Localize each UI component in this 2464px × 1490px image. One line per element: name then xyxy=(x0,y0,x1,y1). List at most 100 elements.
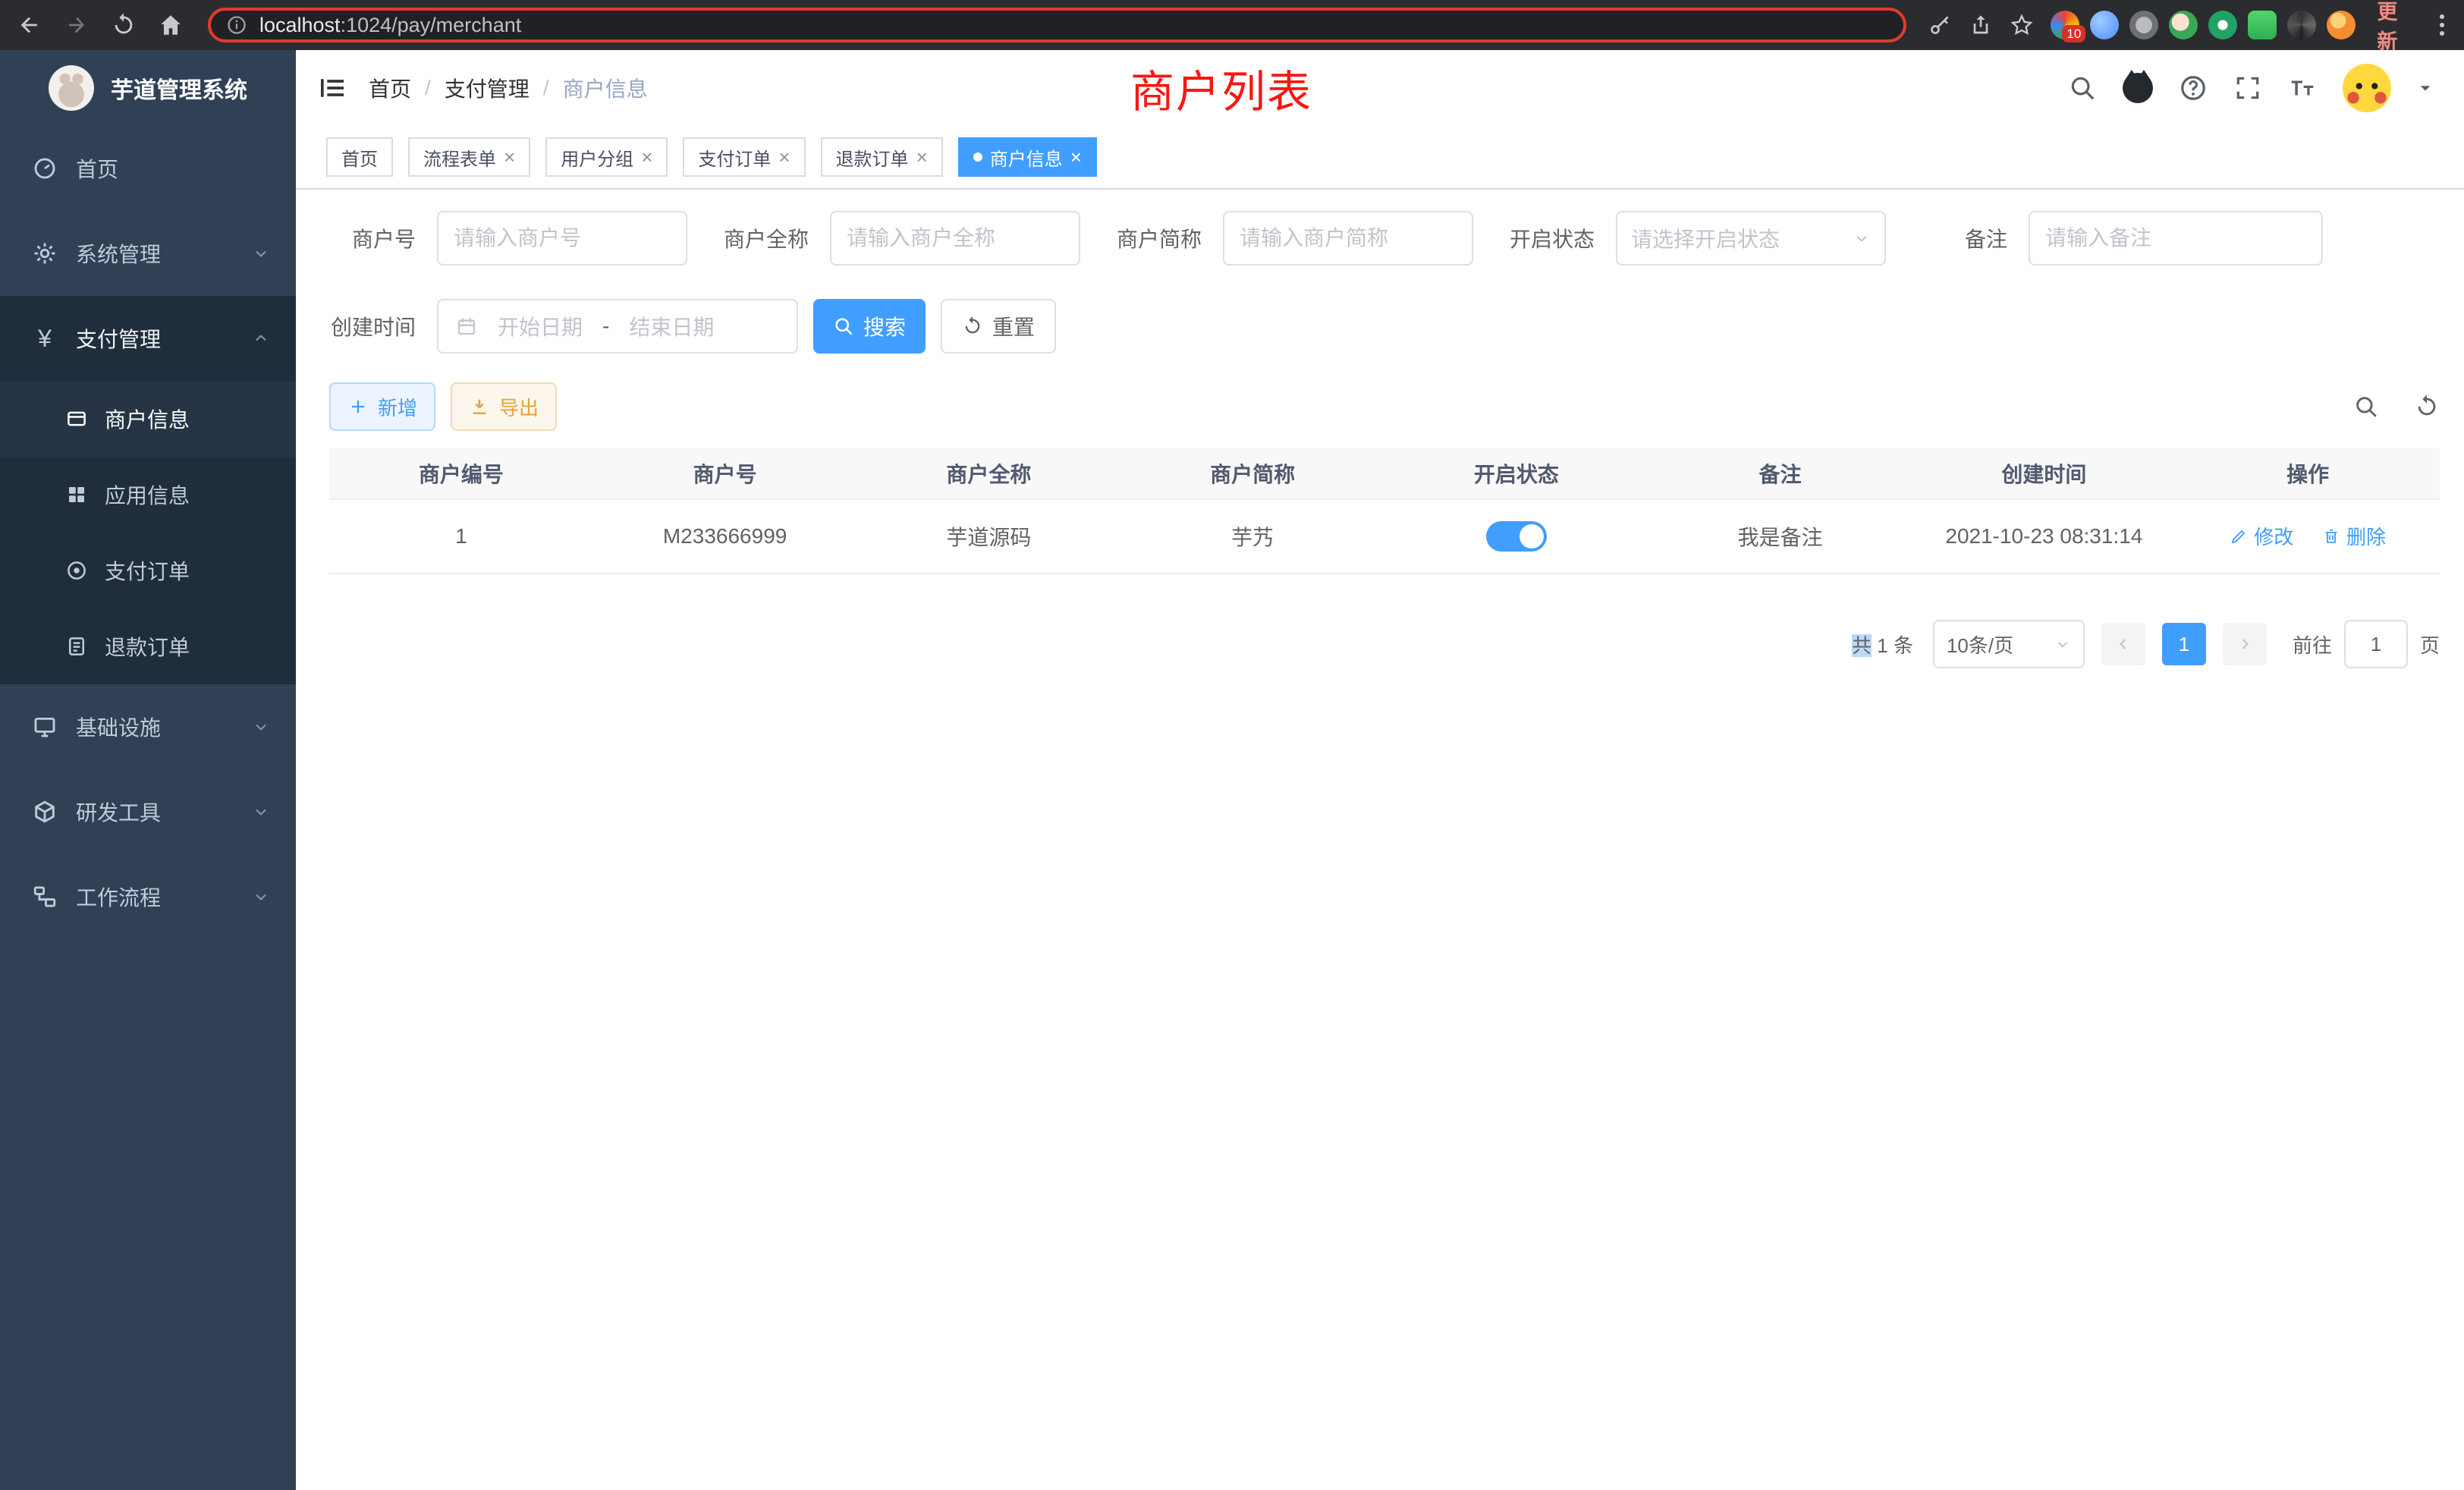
share-icon[interactable] xyxy=(1969,13,1993,37)
browser-update-button[interactable]: 更新 xyxy=(2372,0,2420,55)
sidebar-item-pay-order[interactable]: 支付订单 xyxy=(0,533,296,608)
status-toggle[interactable] xyxy=(1486,521,1547,552)
tab-home[interactable]: 首页 xyxy=(326,137,393,177)
close-icon[interactable]: × xyxy=(1070,147,1082,167)
page-number-button[interactable]: 1 xyxy=(2162,623,2206,665)
col-header: 操作 xyxy=(2176,448,2440,499)
table-refresh-icon[interactable] xyxy=(2414,394,2440,420)
sidebar-item-label: 支付订单 xyxy=(105,555,190,586)
sidebar-item-home[interactable]: 首页 xyxy=(0,126,296,211)
sidebar-item-system[interactable]: 系统管理 xyxy=(0,211,296,296)
remark-input[interactable] xyxy=(2029,211,2323,266)
extension-icon[interactable]: 10 xyxy=(2051,11,2079,39)
table-search-icon[interactable] xyxy=(2353,394,2379,420)
extension-icon[interactable] xyxy=(2129,11,2158,39)
tab-label: 退款订单 xyxy=(836,144,909,171)
tab-process-form[interactable]: 流程表单 × xyxy=(408,137,530,177)
close-icon[interactable]: × xyxy=(641,147,652,167)
export-button[interactable]: 导出 xyxy=(451,382,557,431)
caret-down-icon[interactable] xyxy=(2417,80,2434,96)
key-icon[interactable] xyxy=(1928,13,1952,37)
sidebar-item-payment[interactable]: ¥ 支付管理 xyxy=(0,296,296,381)
tab-label: 首页 xyxy=(341,144,378,171)
top-navbar: 首页 / 支付管理 / 商户信息 商户列表 xyxy=(296,50,2464,126)
merchant-table: 商户编号 商户号 商户全称 商户简称 开启状态 备注 创建时间 操作 1 M23… xyxy=(329,448,2440,574)
sidebar-item-label: 应用信息 xyxy=(105,479,190,510)
page-size-select[interactable]: 10条/页 xyxy=(1933,620,2085,668)
sidebar-fold-icon[interactable] xyxy=(317,73,347,103)
grid-icon xyxy=(65,483,88,506)
breadcrumb-item[interactable]: 首页 xyxy=(369,73,411,103)
next-page-button[interactable] xyxy=(2223,623,2267,665)
close-icon[interactable]: × xyxy=(504,147,515,167)
full-name-input[interactable] xyxy=(830,211,1080,266)
extension-icon[interactable] xyxy=(2169,11,2198,39)
total-count: 共 1 条 xyxy=(1852,630,1913,659)
github-icon[interactable] xyxy=(2123,73,2153,103)
sidebar-item-workflow[interactable]: 工作流程 xyxy=(0,854,296,939)
search-icon[interactable] xyxy=(2068,74,2097,102)
sidebar-item-label: 首页 xyxy=(76,153,118,184)
col-header: 备注 xyxy=(1648,448,1912,499)
sidebar-item-app-info[interactable]: 应用信息 xyxy=(0,457,296,533)
sidebar-item-merchant-info[interactable]: 商户信息 xyxy=(0,381,296,457)
short-name-input[interactable] xyxy=(1223,211,1473,266)
close-icon[interactable]: × xyxy=(916,147,928,167)
bookmark-star-icon[interactable] xyxy=(2010,13,2034,37)
add-button[interactable]: 新增 xyxy=(329,382,435,431)
reload-icon[interactable] xyxy=(111,12,137,38)
sidebar-item-devtools[interactable]: 研发工具 xyxy=(0,769,296,854)
sidebar-item-infrastructure[interactable]: 基础设施 xyxy=(0,684,296,769)
extension-icon[interactable] xyxy=(2248,11,2277,39)
col-header: 商户号 xyxy=(593,448,857,499)
breadcrumb-separator: / xyxy=(543,76,549,100)
sidebar-item-label: 支付管理 xyxy=(76,323,161,354)
extension-badge: 10 xyxy=(2062,25,2085,42)
reset-button-label: 重置 xyxy=(992,311,1035,341)
merchant-no-input[interactable] xyxy=(437,211,687,266)
help-icon[interactable] xyxy=(2179,74,2208,102)
home-icon[interactable] xyxy=(158,12,184,38)
status-select[interactable]: 请选择开启状态 xyxy=(1616,211,1886,266)
merchant-card-icon xyxy=(65,407,88,430)
prev-page-button[interactable] xyxy=(2101,623,2145,665)
tab-merchant-info[interactable]: 商户信息 × xyxy=(958,137,1097,177)
url-bar[interactable]: localhost:1024/pay/merchant xyxy=(208,8,1906,42)
sidebar-item-refund-order[interactable]: 退款订单 xyxy=(0,608,296,684)
page-content: 商户号 商户全称 商户简称 开启状态 请选择开启状态 xyxy=(296,190,2464,1490)
edit-link[interactable]: 修改 xyxy=(2230,522,2293,550)
fullscreen-icon[interactable] xyxy=(2233,74,2262,102)
extension-icon[interactable] xyxy=(2090,11,2119,39)
browser-menu-icon[interactable] xyxy=(2437,11,2447,39)
info-icon[interactable] xyxy=(226,14,247,36)
close-icon[interactable]: × xyxy=(778,147,790,167)
sidebar-item-label: 商户信息 xyxy=(105,404,190,434)
date-range-picker[interactable]: 开始日期 - 结束日期 xyxy=(437,299,798,354)
forward-icon[interactable] xyxy=(64,12,90,38)
short-name-label: 商户简称 xyxy=(1115,223,1202,253)
back-icon[interactable] xyxy=(17,12,42,38)
user-avatar[interactable] xyxy=(2343,64,2391,112)
sidebar-item-label: 研发工具 xyxy=(76,797,161,827)
goto-page-input[interactable] xyxy=(2344,620,2408,668)
refresh-icon xyxy=(962,316,983,337)
tab-user-group[interactable]: 用户分组 × xyxy=(545,137,668,177)
cell-merchant-no: M233666999 xyxy=(593,499,857,574)
chevron-right-icon xyxy=(2236,635,2254,653)
extension-icon[interactable] xyxy=(2327,11,2356,39)
app-logo[interactable]: 芋道管理系统 xyxy=(0,50,296,126)
font-size-icon[interactable] xyxy=(2288,74,2317,102)
reset-button[interactable]: 重置 xyxy=(941,299,1056,354)
breadcrumb-item[interactable]: 支付管理 xyxy=(445,73,530,103)
delete-link[interactable]: 删除 xyxy=(2322,522,2386,550)
tab-refund-order[interactable]: 退款订单 × xyxy=(821,137,943,177)
tab-pay-order[interactable]: 支付订单 × xyxy=(683,137,805,177)
status-label: 开启状态 xyxy=(1508,223,1595,253)
cell-id: 1 xyxy=(329,499,593,574)
extension-icon[interactable] xyxy=(2208,11,2237,39)
chevron-down-icon xyxy=(252,718,270,736)
status-select-placeholder: 请选择开启状态 xyxy=(1631,223,1780,253)
search-button[interactable]: 搜索 xyxy=(813,299,926,354)
page-unit-label: 页 xyxy=(2420,630,2440,659)
extension-icon[interactable] xyxy=(2287,11,2316,39)
